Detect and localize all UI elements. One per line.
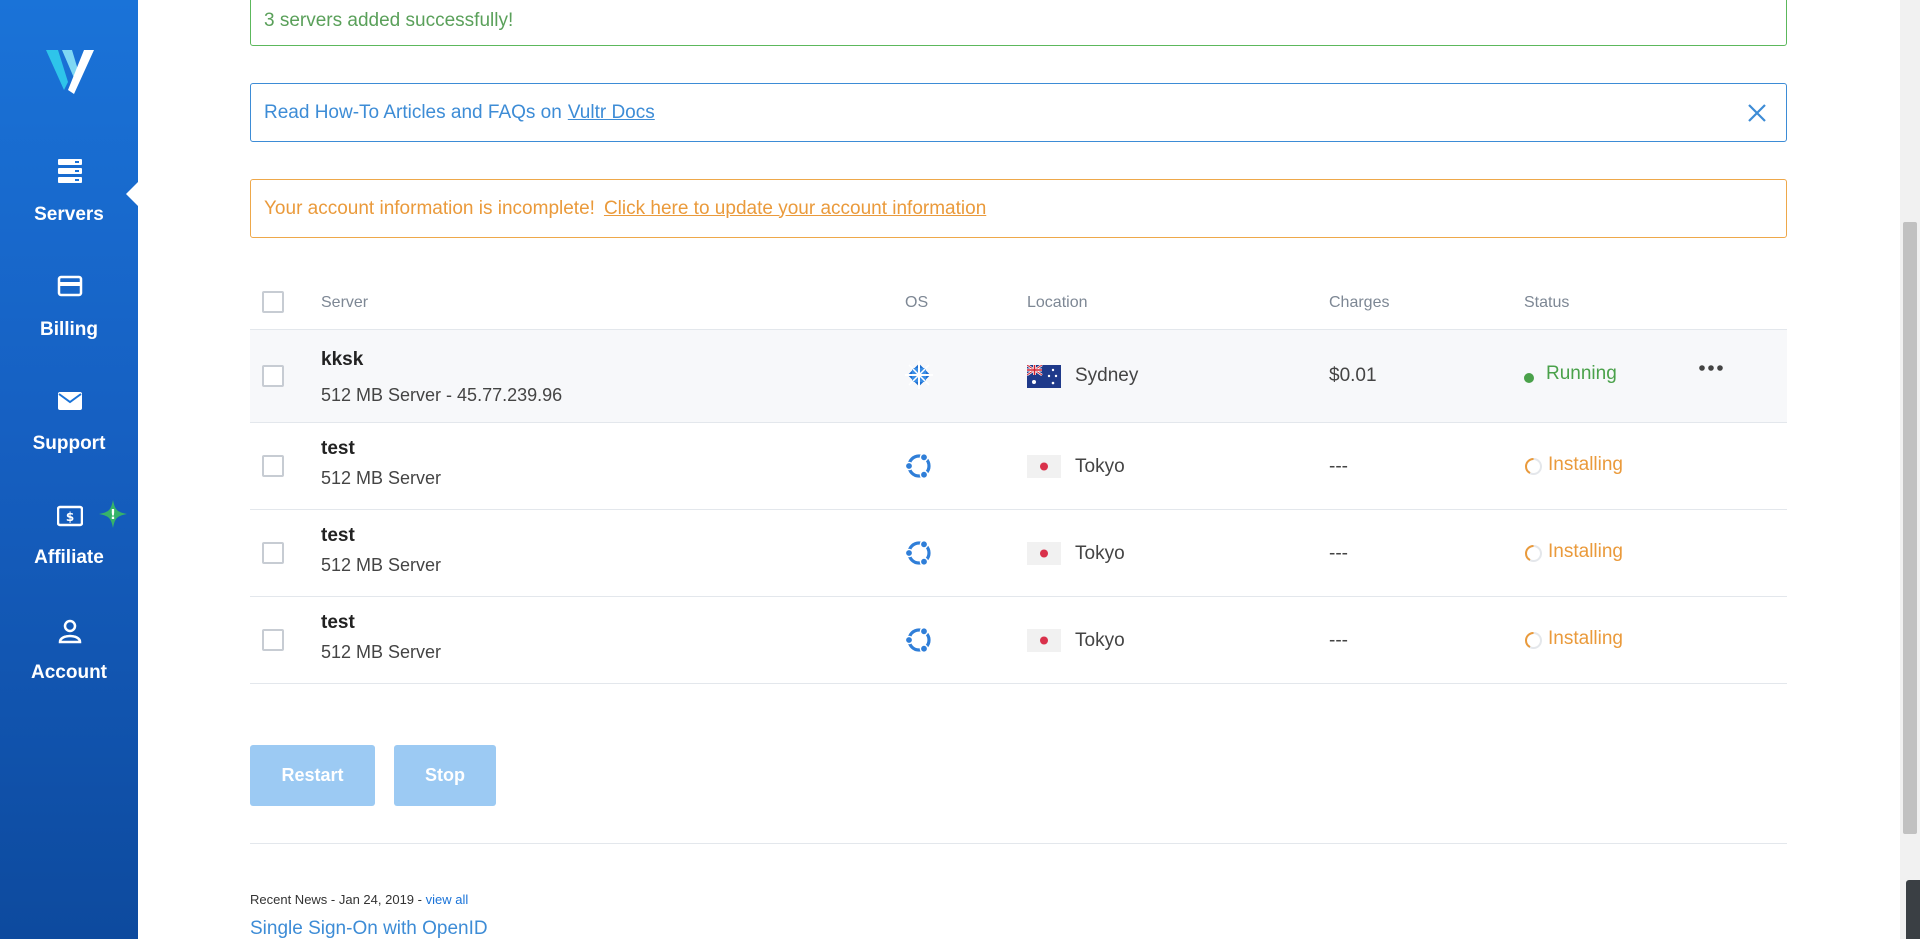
centos-icon xyxy=(905,361,933,389)
ubuntu-icon xyxy=(904,540,931,567)
column-header-charges[interactable]: Charges xyxy=(1329,294,1389,312)
warning-alert-text: Your account information is incomplete! xyxy=(264,197,595,219)
installing-spinner-icon xyxy=(1524,632,1542,649)
charges-value: --- xyxy=(1329,630,1348,651)
success-alert: 3 servers added successfully! xyxy=(250,0,1787,46)
sidebar-item-billing[interactable]: Billing xyxy=(0,265,138,365)
status-badge: Running xyxy=(1546,363,1617,384)
charges-value: --- xyxy=(1329,543,1348,564)
status-badge: Installing xyxy=(1548,628,1623,649)
recent-news-meta: Recent News - Jan 24, 2019 - view all xyxy=(250,892,468,907)
table-row[interactable]: test 512 MB Server Tokyo --- Installing xyxy=(250,510,1787,597)
location-name: Sydney xyxy=(1075,365,1139,386)
vultr-logo[interactable] xyxy=(44,46,96,96)
server-description: 512 MB Server - 45.77.239.96 xyxy=(321,385,563,405)
sidebar-item-label: Servers xyxy=(34,204,104,225)
row-checkbox[interactable] xyxy=(262,365,284,387)
user-icon xyxy=(58,619,82,644)
table-header: Server OS Location Charges Status xyxy=(250,277,1787,330)
server-description: 512 MB Server xyxy=(321,468,442,488)
sidebar-item-servers[interactable]: Servers xyxy=(0,150,138,250)
ubuntu-icon xyxy=(904,627,931,654)
location-name: Tokyo xyxy=(1075,456,1125,477)
more-options-icon[interactable] xyxy=(1699,364,1723,372)
australia-flag-icon xyxy=(1027,365,1061,388)
column-header-server[interactable]: Server xyxy=(321,294,368,312)
sidebar-item-label: Account xyxy=(31,662,107,683)
row-checkbox[interactable] xyxy=(262,455,284,477)
charges-value: --- xyxy=(1329,456,1348,477)
installing-spinner-icon xyxy=(1524,458,1542,475)
server-name[interactable]: test xyxy=(321,525,355,547)
table-row[interactable]: test 512 MB Server Tokyo --- Installing xyxy=(250,423,1787,510)
server-name[interactable]: kksk xyxy=(321,349,363,371)
affiliate-alert-badge-icon: ! xyxy=(99,500,127,528)
recent-news-date: Recent News - Jan 24, 2019 - xyxy=(250,892,422,907)
installing-spinner-icon xyxy=(1524,545,1542,562)
sidebar-item-label: Support xyxy=(32,433,106,454)
stop-button[interactable]: Stop xyxy=(394,745,496,806)
servers-icon xyxy=(58,159,82,183)
column-header-location[interactable]: Location xyxy=(1027,294,1088,312)
server-name[interactable]: test xyxy=(321,438,355,460)
charges-value: $0.01 xyxy=(1329,365,1377,386)
row-checkbox[interactable] xyxy=(262,629,284,651)
active-nav-pointer xyxy=(126,182,138,206)
server-table: Server OS Location Charges Status kksk 5… xyxy=(250,277,1787,684)
status-running-dot-icon xyxy=(1524,373,1534,383)
status-badge: Installing xyxy=(1548,541,1623,562)
svg-text:!: ! xyxy=(110,508,116,523)
docs-info-alert: Read How-To Articles and FAQs on Vultr D… xyxy=(250,83,1787,142)
sidebar-item-label: Billing xyxy=(39,319,99,340)
japan-flag-icon xyxy=(1027,455,1061,478)
sidebar-item-account[interactable]: Account xyxy=(0,610,138,710)
table-row[interactable]: kksk 512 MB Server - 45.77.239.96 Sydney… xyxy=(250,330,1787,423)
sidebar-item-support[interactable]: Support xyxy=(0,380,138,480)
news-article-link[interactable]: Single Sign-On with OpenID xyxy=(250,918,488,940)
svg-text:$: $ xyxy=(66,510,74,524)
column-header-os[interactable]: OS xyxy=(905,294,928,312)
restart-button[interactable]: Restart xyxy=(250,745,375,806)
japan-flag-icon xyxy=(1027,629,1061,652)
ubuntu-icon xyxy=(904,453,931,480)
sidebar: Servers Billing Support $ Affiliate ! Ac… xyxy=(0,0,138,939)
location-name: Tokyo xyxy=(1075,630,1125,651)
section-divider xyxy=(250,843,1787,844)
server-name[interactable]: test xyxy=(321,612,355,634)
scrollbar-thumb[interactable] xyxy=(1903,222,1917,834)
credit-card-icon xyxy=(57,275,83,297)
success-alert-text: 3 servers added successfully! xyxy=(264,10,514,31)
floating-widget[interactable] xyxy=(1906,880,1920,939)
location-name: Tokyo xyxy=(1075,543,1125,564)
server-description: 512 MB Server xyxy=(321,555,442,575)
update-account-link[interactable]: Click here to update your account inform… xyxy=(604,198,986,220)
close-icon[interactable] xyxy=(1746,102,1768,124)
envelope-icon xyxy=(58,392,82,410)
info-alert-text: Read How-To Articles and FAQs on xyxy=(264,101,562,123)
account-warning-alert: Your account information is incomplete! … xyxy=(250,179,1787,238)
row-checkbox[interactable] xyxy=(262,542,284,564)
sidebar-item-label: Affiliate xyxy=(34,547,104,568)
dollar-bill-icon: $ xyxy=(57,505,83,527)
table-row[interactable]: test 512 MB Server Tokyo --- Installing xyxy=(250,597,1787,684)
page-scrollbar[interactable] xyxy=(1900,0,1920,939)
server-description: 512 MB Server xyxy=(321,642,442,662)
japan-flag-icon xyxy=(1027,542,1061,565)
status-badge: Installing xyxy=(1548,454,1623,475)
vultr-docs-link[interactable]: Vultr Docs xyxy=(568,102,655,124)
select-all-checkbox[interactable] xyxy=(262,291,284,313)
view-all-news-link[interactable]: view all xyxy=(426,892,469,907)
column-header-status[interactable]: Status xyxy=(1524,294,1569,312)
